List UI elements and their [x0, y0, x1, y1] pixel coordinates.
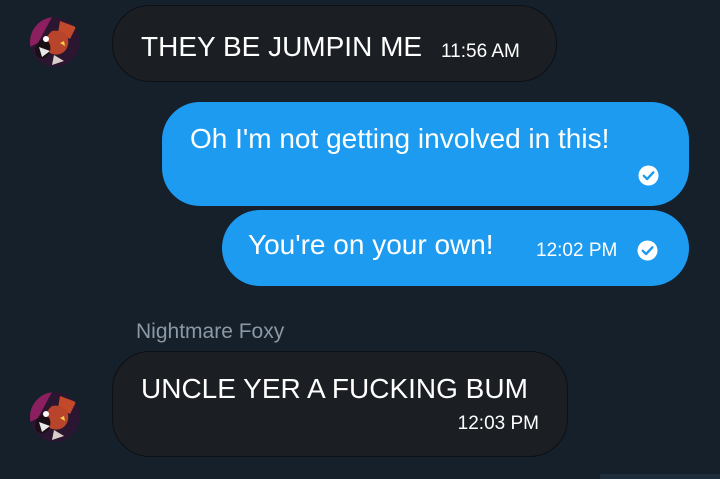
sender-avatar[interactable]	[30, 392, 80, 442]
outgoing-message-bubble[interactable]: You're on your own! 12:02 PM	[222, 210, 689, 286]
sender-name: Nightmare Foxy	[136, 320, 285, 343]
message-timestamp: 11:56 AM	[441, 41, 520, 62]
incoming-message-bubble[interactable]: UNCLE YER A FUCKING BUM 12:03 PM	[112, 351, 568, 457]
message-text: UNCLE YER A FUCKING BUM	[141, 373, 528, 404]
sender-avatar[interactable]	[30, 17, 80, 67]
read-check-icon	[638, 165, 659, 186]
message-text: You're on your own!	[248, 229, 494, 260]
read-check-icon	[637, 240, 658, 261]
message-timestamp: 12:03 PM	[457, 413, 539, 434]
outgoing-message-bubble[interactable]: Oh I'm not getting involved in this!	[162, 102, 689, 206]
message-text: Oh I'm not getting involved in this!	[190, 123, 610, 154]
next-message-edge	[600, 474, 720, 479]
incoming-message-bubble[interactable]: THEY BE JUMPIN ME 11:56 AM	[112, 5, 557, 82]
message-timestamp: 12:02 PM	[536, 240, 618, 261]
foxy-avatar-icon	[30, 392, 80, 442]
message-text: THEY BE JUMPIN ME	[141, 31, 423, 62]
foxy-avatar-icon	[30, 17, 80, 67]
